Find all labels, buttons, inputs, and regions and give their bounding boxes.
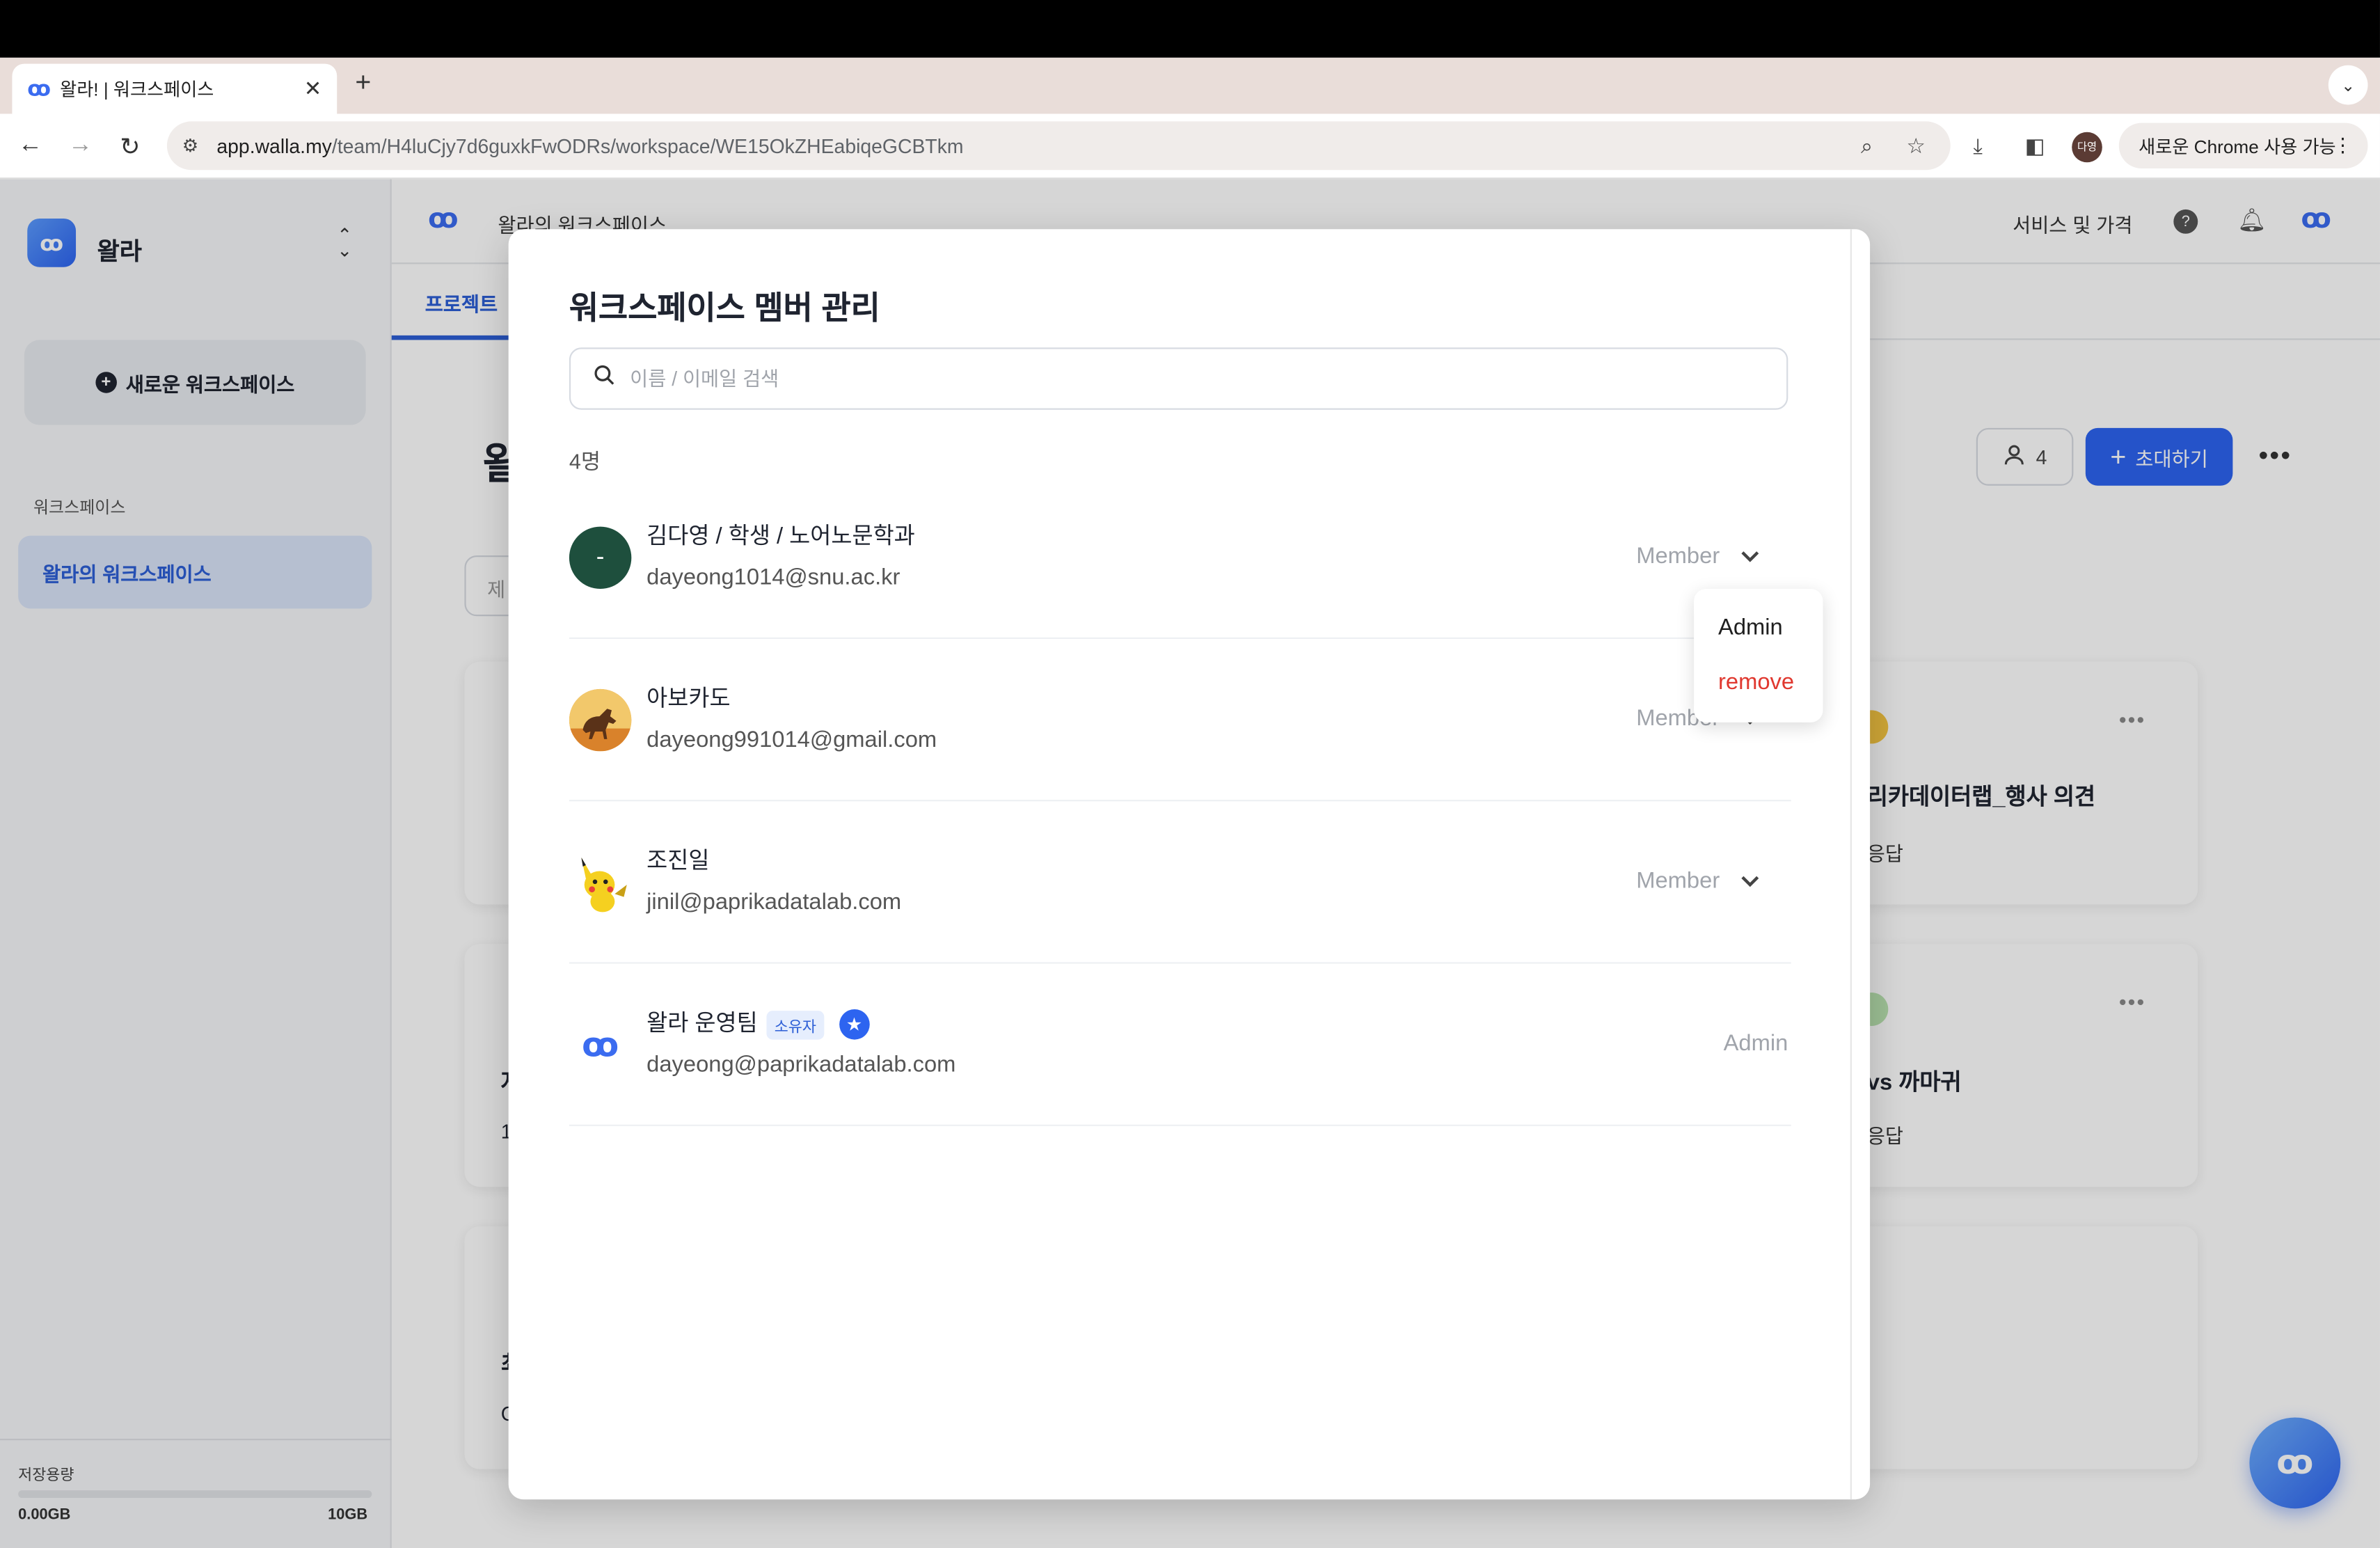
url-path: /team/H4luCjy7d6guxkFwODRs/workspace/WE1… — [331, 134, 964, 157]
browser-tab-title: 왈라! | 워크스페이스 — [60, 79, 214, 100]
back-arrow-icon[interactable]: ← — [18, 132, 42, 159]
modal-scrollbar[interactable] — [1850, 229, 1852, 1500]
member-management-modal: 워크스페이스 멤버 관리 4명 - 김다영 / 학생 / 노어노문학과 daye… — [508, 229, 1871, 1500]
chevron-down-icon — [1741, 544, 1759, 569]
member-row: 조진일 jinil@paprikadatalab.com Member — [569, 801, 1791, 964]
role-dropdown-menu: Admin remove — [1694, 588, 1823, 722]
tab-search-chevron-icon[interactable]: ⌄ — [2328, 65, 2368, 105]
chrome-update-button[interactable]: 새로운 Chrome 사용 가능 ⋮ — [2118, 123, 2368, 169]
star-icon: ★ — [839, 1009, 870, 1040]
member-email: dayeong991014@gmail.com — [646, 727, 937, 753]
menu-item-admin[interactable]: Admin — [1718, 615, 1783, 640]
profile-avatar[interactable]: 다영 — [2072, 132, 2102, 163]
member-row: 아보카도 dayeong991014@gmail.com Member — [569, 639, 1791, 802]
owner-badge: 소유자 — [766, 1010, 824, 1039]
download-icon[interactable]: ⤓ — [1973, 134, 1983, 159]
member-name: 아보카도 — [646, 686, 731, 712]
avatar-walla-logo-icon: ꝏ — [569, 1013, 632, 1076]
browser-tab[interactable]: ꝏ 왈라! | 워크스페이스 ✕ — [12, 63, 338, 114]
side-panel-icon[interactable]: ◧ — [2025, 134, 2045, 159]
chrome-update-label: 새로운 Chrome 사용 가능 — [2139, 136, 2336, 157]
member-count-label: 4명 — [569, 449, 601, 474]
member-search-field[interactable] — [569, 347, 1788, 410]
role-dropdown[interactable]: Member — [1636, 544, 1759, 569]
member-name: 조진일 — [646, 848, 710, 874]
role-dropdown[interactable]: Member — [1636, 868, 1759, 894]
member-row: - 김다영 / 학생 / 노어노문학과 dayeong1014@snu.ac.k… — [569, 477, 1791, 639]
menu-item-remove[interactable]: remove — [1718, 670, 1794, 695]
screen: ꝏ 왈라! | 워크스페이스 ✕ + ⌄ ← → ↻ ⚙ app.walla.m… — [0, 0, 2380, 1548]
walla-favicon-icon: ꝏ — [27, 76, 51, 100]
chevron-down-icon — [1741, 868, 1759, 894]
chrome-menu-icon[interactable]: ⋮ — [2333, 134, 2352, 158]
member-search-input[interactable] — [630, 367, 1754, 390]
member-email: dayeong@paprikadatalab.com — [646, 1052, 956, 1078]
close-tab-icon[interactable]: ✕ — [304, 76, 322, 102]
member-name: 김다영 / 학생 / 노어노문학과 — [646, 523, 915, 550]
role-value: Member — [1636, 543, 1720, 569]
site-info-icon[interactable]: ⚙ — [182, 135, 198, 157]
role-value: Member — [1636, 868, 1720, 894]
avatar: - — [569, 526, 632, 589]
member-email: jinil@paprikadatalab.com — [646, 889, 902, 915]
avatar-horse-icon — [569, 688, 632, 752]
reload-icon[interactable]: ↻ — [120, 132, 140, 163]
modal-title: 워크스페이스 멤버 관리 — [569, 291, 880, 326]
member-email: dayeong1014@snu.ac.kr — [646, 564, 901, 591]
browser-toolbar: ← → ↻ ⚙ app.walla.my/team/H4luCjy7d6guxk… — [0, 113, 2380, 180]
address-bar[interactable]: ⚙ app.walla.my/team/H4luCjy7d6guxkFwODRs… — [166, 121, 1951, 171]
forward-arrow-icon[interactable]: → — [68, 132, 93, 159]
new-tab-button[interactable]: + — [355, 67, 371, 99]
zoom-icon[interactable]: ⌕ — [1861, 134, 1873, 159]
bookmark-star-icon[interactable]: ☆ — [1906, 134, 1925, 159]
top-bezel — [0, 0, 2380, 58]
role-value: Admin — [1723, 1030, 1788, 1057]
member-name-line: 왈라 운영팀 소유자 ★ — [646, 1006, 870, 1040]
url-host: app.walla.my — [216, 134, 332, 157]
member-name: 왈라 운영팀 — [646, 1011, 758, 1037]
member-row: ꝏ 왈라 운영팀 소유자 ★ dayeong@paprikadatalab.com … — [569, 964, 1791, 1126]
avatar-pikachu-icon — [569, 851, 632, 914]
search-icon — [594, 364, 630, 393]
